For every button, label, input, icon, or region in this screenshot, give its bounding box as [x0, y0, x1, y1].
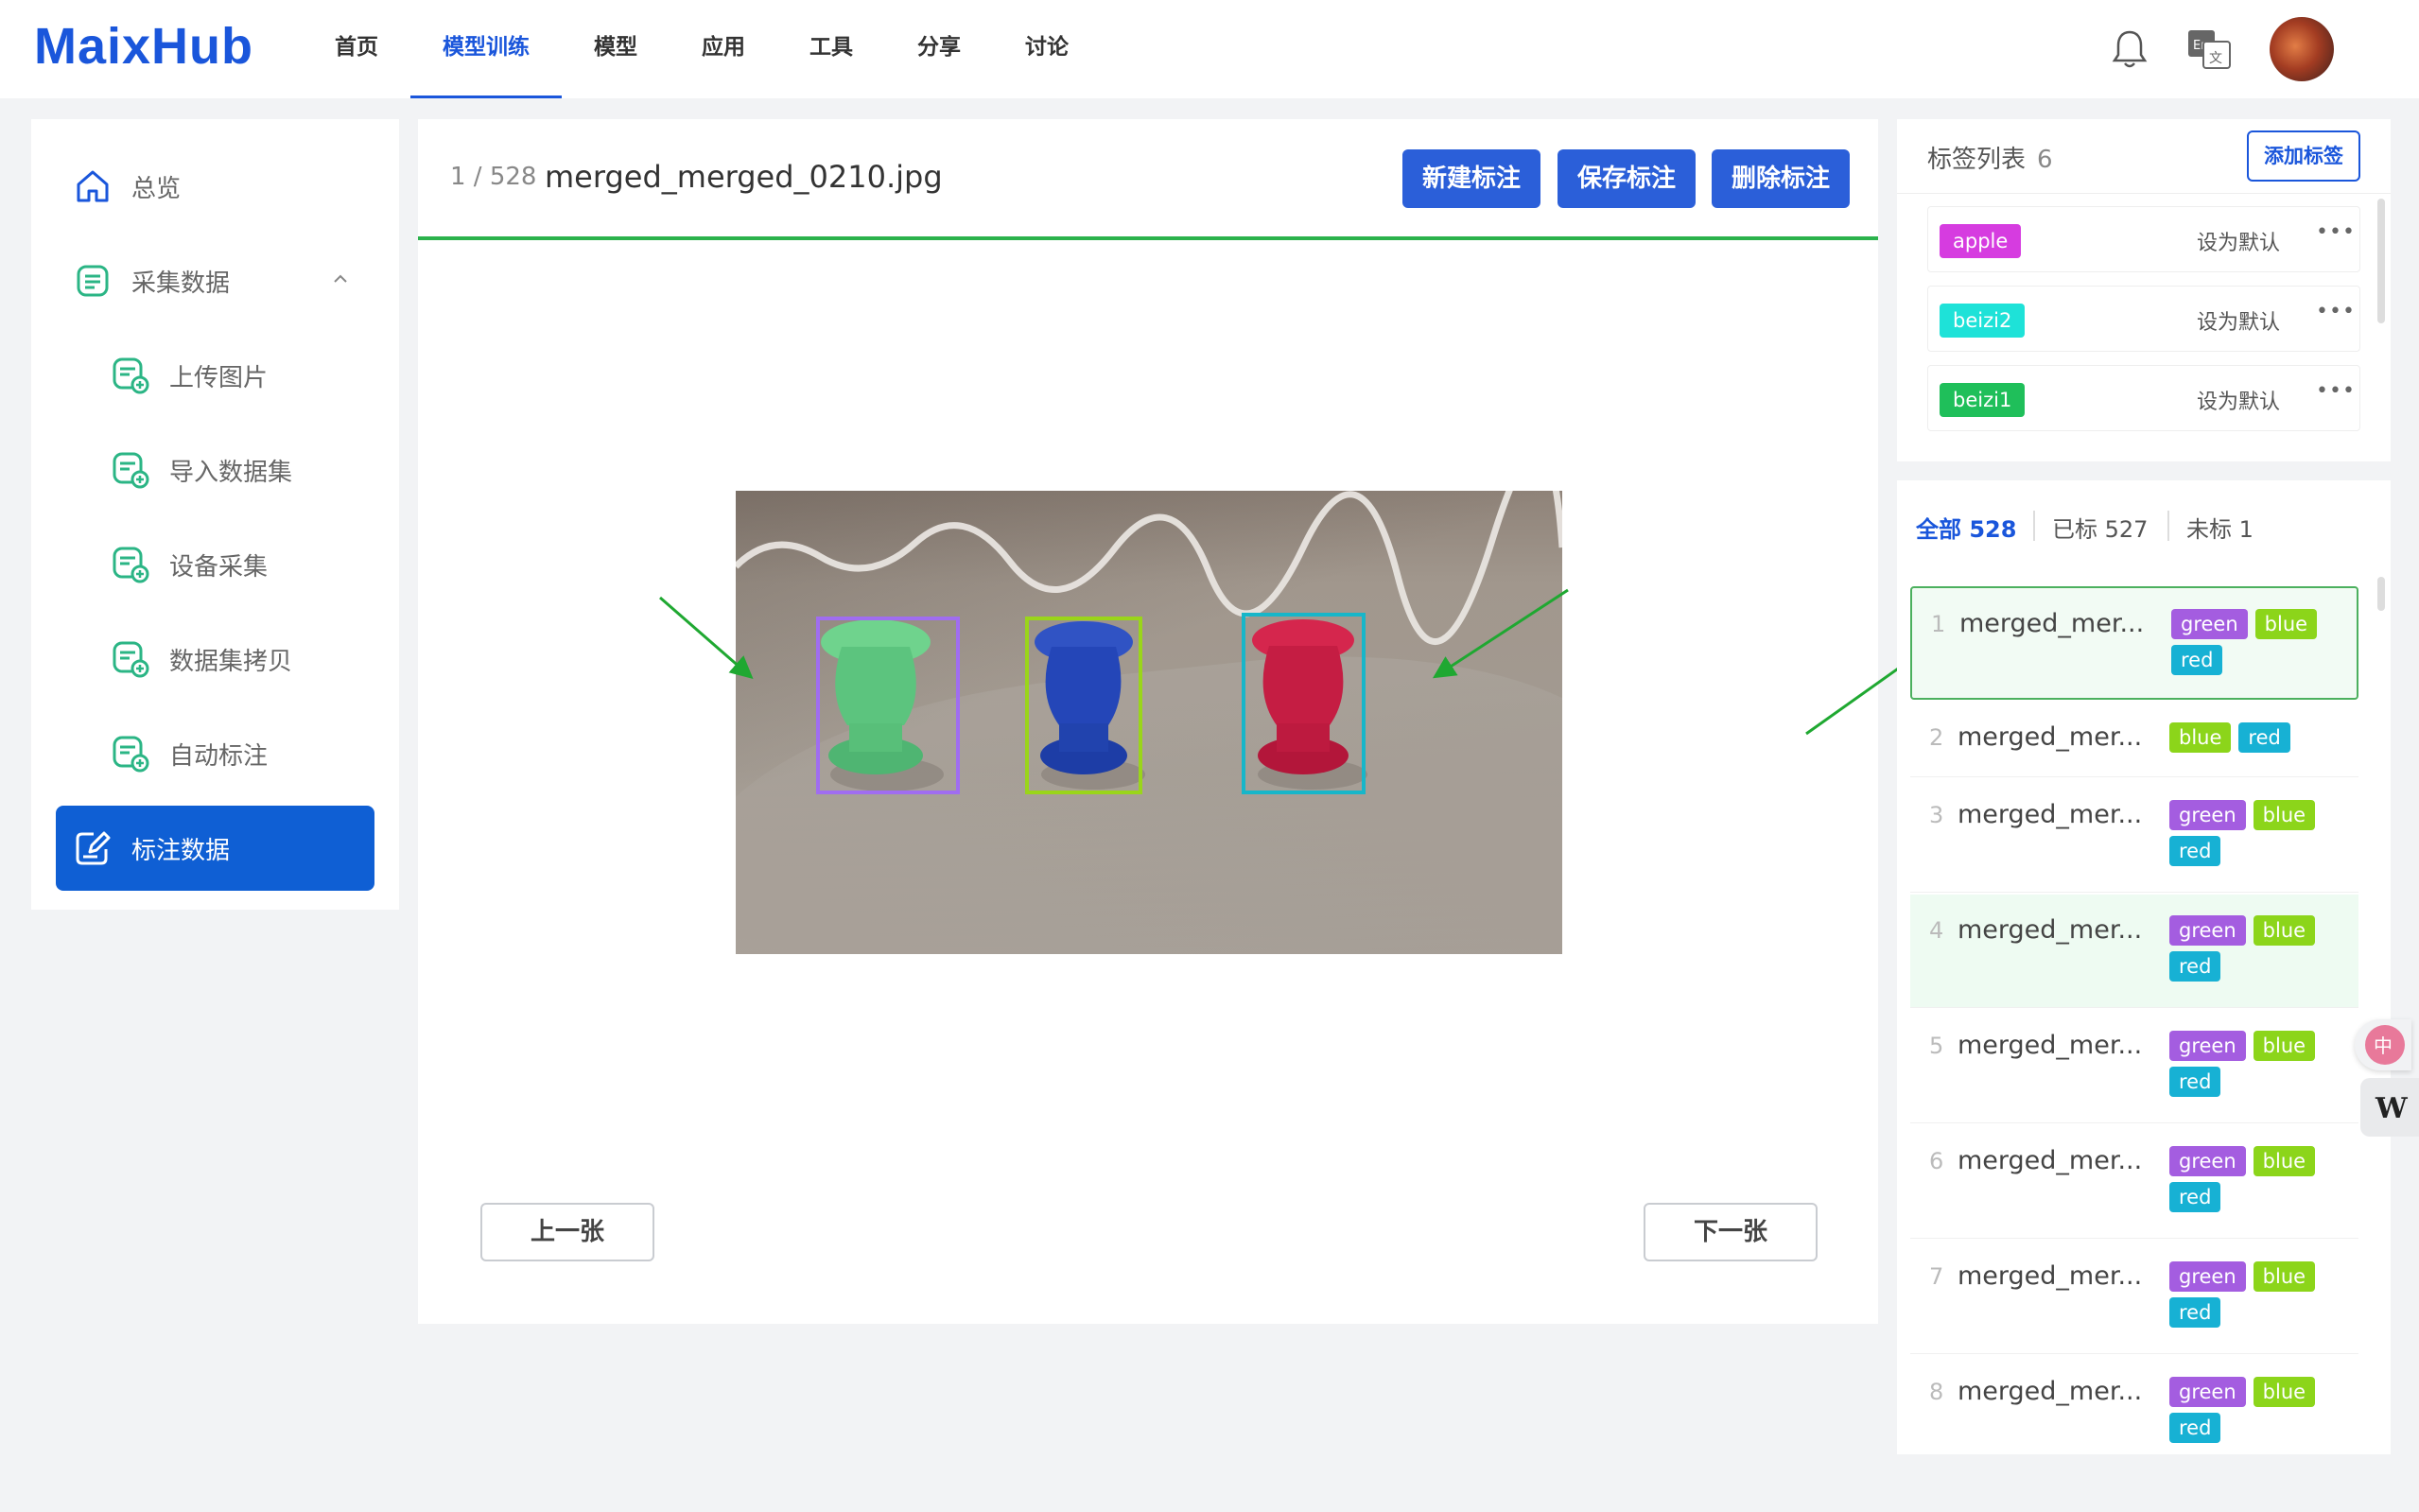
- tag-blue: blue: [2253, 1261, 2316, 1292]
- label-tag: beizi2: [1940, 304, 2026, 338]
- image-tags: green blue red: [2169, 1261, 2340, 1328]
- tag-red: red: [2169, 1413, 2221, 1443]
- more-options-icon[interactable]: •••: [2316, 379, 2356, 403]
- tag-red: red: [2169, 1182, 2221, 1212]
- label-count: 6: [2037, 146, 2053, 174]
- more-options-icon[interactable]: •••: [2316, 300, 2356, 323]
- image-list-item[interactable]: 3 merged_mer... green blue red: [1910, 779, 2358, 893]
- image-index: 7: [1929, 1263, 1944, 1290]
- label-row-apple[interactable]: apple 设为默认 •••: [1927, 206, 2360, 272]
- image-name: merged_mer...: [1958, 1261, 2143, 1291]
- label-list-title: 标签列表 6: [1927, 146, 2053, 174]
- w-logo-icon: W: [2375, 1092, 2409, 1125]
- tag-red: red: [2238, 722, 2290, 753]
- image-list-item[interactable]: 4 merged_mer... green blue red: [1910, 895, 2358, 1008]
- label-tag: apple: [1940, 224, 2022, 258]
- image-name: merged_mer...: [1958, 1031, 2143, 1060]
- label-list-panel: 标签列表 6 添加标签 apple 设为默认 ••• beizi2 设为默认 ••…: [1897, 119, 2391, 461]
- image-index: 3: [1929, 802, 1944, 828]
- image-name: merged_mer...: [1959, 609, 2145, 638]
- image-tags: blue red: [2169, 722, 2340, 753]
- svg-text:中: 中: [2374, 1034, 2393, 1057]
- tag-green: green: [2169, 1377, 2246, 1407]
- tag-blue: blue: [2253, 915, 2316, 946]
- arrow-right: [1432, 588, 1569, 679]
- label-row-beizi1[interactable]: beizi1 设为默认 •••: [1927, 365, 2360, 431]
- set-default-button[interactable]: 设为默认: [2197, 226, 2280, 256]
- filter-annotated[interactable]: 已标 527: [2052, 511, 2148, 544]
- image-list-item[interactable]: 5 merged_mer... green blue red: [1910, 1010, 2358, 1123]
- label-row-beizi2[interactable]: beizi2 设为默认 •••: [1927, 286, 2360, 352]
- image-name: merged_mer...: [1958, 800, 2143, 829]
- tag-green: green: [2169, 1146, 2246, 1176]
- tag-red: red: [2169, 1297, 2221, 1328]
- tag-green: green: [2169, 915, 2246, 946]
- image-name: merged_mer...: [1958, 722, 2143, 752]
- image-list-scrollbar[interactable]: [2377, 577, 2385, 611]
- image-list-item[interactable]: 6 merged_mer... green blue red: [1910, 1125, 2358, 1239]
- tag-blue: blue: [2169, 722, 2232, 753]
- tag-green: green: [2169, 800, 2246, 830]
- image-tags: green blue red: [2169, 800, 2340, 866]
- tag-green: green: [2171, 609, 2248, 639]
- image-index: 2: [1929, 724, 1944, 751]
- image-tags: green blue red: [2169, 1146, 2340, 1212]
- image-index: 6: [1929, 1148, 1944, 1174]
- image-name: merged_mer...: [1958, 1146, 2143, 1175]
- writing-widget[interactable]: W: [2360, 1078, 2419, 1137]
- tag-blue: blue: [2253, 800, 2316, 830]
- image-name: merged_mer...: [1958, 1377, 2143, 1406]
- image-tags: green blue red: [2169, 915, 2340, 982]
- tag-blue: blue: [2253, 1031, 2316, 1061]
- tag-blue: blue: [2253, 1146, 2316, 1176]
- tag-red: red: [2169, 836, 2221, 866]
- add-label-button[interactable]: 添加标签: [2247, 130, 2360, 182]
- image-name: merged_mer...: [1958, 915, 2143, 945]
- set-default-button[interactable]: 设为默认: [2197, 305, 2280, 336]
- label-tag: beizi1: [1940, 383, 2026, 417]
- translate-widget-icon: 中: [2365, 1025, 2405, 1065]
- image-tags: green blue red: [2171, 609, 2341, 675]
- set-default-button[interactable]: 设为默认: [2197, 385, 2280, 415]
- image-index: 1: [1931, 611, 1946, 637]
- image-tags: green blue red: [2169, 1031, 2340, 1097]
- translate-widget[interactable]: 中: [2355, 1019, 2411, 1070]
- arrow-left: [659, 596, 754, 679]
- image-list-panel: 全部 528 已标 527 未标 1 1 merged_mer... green bl…: [1897, 480, 2391, 1454]
- image-list-item[interactable]: 1 merged_mer... green blue red: [1910, 586, 2358, 700]
- tag-blue: blue: [2254, 609, 2318, 639]
- label-list-scrollbar[interactable]: [2377, 199, 2385, 323]
- tag-red: red: [2171, 645, 2223, 675]
- image-index: 4: [1929, 917, 1944, 944]
- tag-green: green: [2169, 1031, 2246, 1061]
- image-list-item[interactable]: 7 merged_mer... green blue red: [1910, 1241, 2358, 1354]
- image-index: 5: [1929, 1033, 1944, 1059]
- image-tags: green blue red: [2169, 1377, 2340, 1443]
- filter-all[interactable]: 全部 528: [1916, 511, 2016, 544]
- tag-red: red: [2169, 1067, 2221, 1097]
- tag-red: red: [2169, 951, 2221, 982]
- image-list-item[interactable]: 2 merged_mer... blue red: [1910, 702, 2358, 777]
- image-list-item[interactable]: 8 merged_mer... green blue red: [1910, 1356, 2358, 1454]
- tag-blue: blue: [2253, 1377, 2316, 1407]
- filter-unannotated[interactable]: 未标 1: [2186, 511, 2254, 544]
- more-options-icon[interactable]: •••: [2316, 220, 2356, 244]
- tag-green: green: [2169, 1261, 2246, 1292]
- image-index: 8: [1929, 1379, 1944, 1405]
- svg-text:W: W: [2375, 1092, 2409, 1125]
